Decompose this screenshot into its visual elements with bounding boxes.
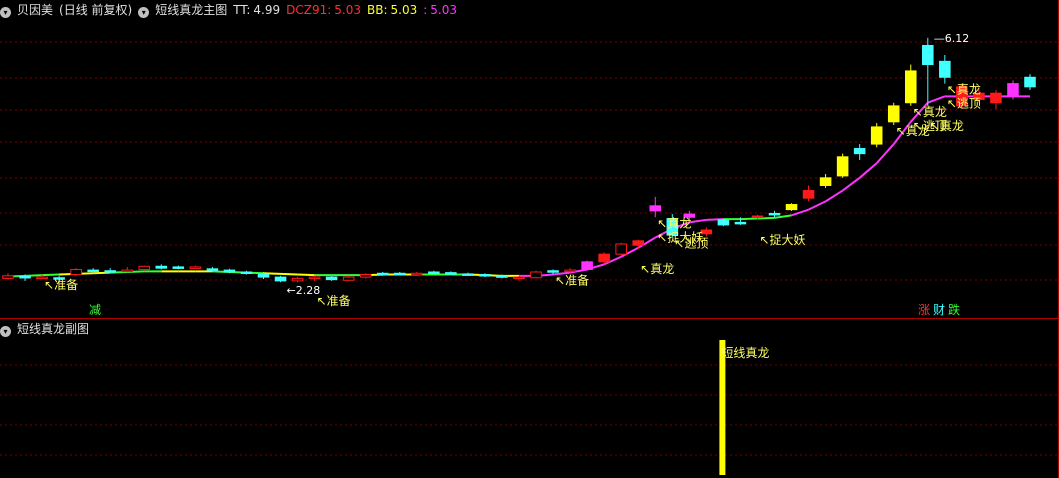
- candle-body: [530, 271, 542, 279]
- candle-body: [462, 273, 474, 276]
- candle-body: [598, 253, 610, 263]
- candle-body: [802, 190, 815, 199]
- candle-body: [887, 105, 900, 123]
- sub-collapse-icon[interactable]: ▾: [0, 326, 11, 337]
- sub-signal-bar: [719, 340, 726, 475]
- candle-body: [19, 275, 31, 279]
- ma-line-segment: [280, 272, 298, 276]
- candle-body: [1007, 83, 1019, 97]
- ma-line-segment: [297, 273, 315, 277]
- candle-body: [496, 275, 508, 278]
- candle-body: [785, 204, 798, 211]
- ma-line-segment: [42, 273, 60, 277]
- chart-canvas: ↖准备↖准备↖准备↖真龙↖真龙↖捉大妖↖逃顶 ↖捉大妖↖真龙↖逃顶↖真龙↖真龙↖真…: [0, 0, 1059, 478]
- ma-line-segment: [842, 177, 861, 192]
- tag-zhang: 涨: [918, 303, 931, 317]
- sub-indicator-name: 短线真龙副图: [17, 322, 90, 336]
- candle-body: [393, 272, 406, 276]
- tag-jian: 减: [89, 303, 102, 317]
- candle-body: [445, 272, 457, 275]
- tag-cai: 财: [933, 303, 946, 317]
- signal-annotation: ↖准备: [44, 278, 78, 292]
- ma-line-segment: [875, 143, 895, 164]
- candle-body: [206, 268, 219, 271]
- candle-body: [308, 276, 321, 280]
- candle-body: [411, 272, 423, 276]
- candle-body: [513, 276, 525, 280]
- candle-body: [939, 60, 951, 78]
- candle-body: [274, 276, 287, 282]
- price-extreme-label: ←2.28: [287, 284, 321, 297]
- ma-line-segment: [927, 95, 946, 104]
- candle-body: [172, 266, 185, 269]
- candle-body: [717, 219, 730, 226]
- candle-body: [836, 156, 849, 177]
- candle-body: [325, 276, 338, 281]
- candle-body: [751, 215, 764, 218]
- candle-body: [819, 177, 832, 186]
- ma-line-segment: [825, 189, 844, 203]
- signal-annotation: ↖逃顶: [947, 97, 981, 111]
- candle-body: [104, 270, 116, 273]
- ma-line-segment: [808, 200, 827, 211]
- price-extreme-label: —6.12: [934, 32, 970, 45]
- candle-body: [990, 92, 1002, 104]
- candle-body: [649, 205, 662, 212]
- candle-body: [734, 221, 747, 225]
- candle-body: [70, 268, 82, 276]
- candle-body: [428, 271, 440, 274]
- signal-annotation: ↖准备: [555, 274, 589, 288]
- ma-line-segment: [774, 214, 792, 219]
- ma-line-segment: [24, 274, 43, 277]
- signal-annotation: ↖准备: [317, 294, 351, 308]
- candle-body: [904, 70, 917, 104]
- candle-body: [615, 243, 627, 255]
- tag-die: 跌: [948, 303, 961, 317]
- candle-body: [291, 277, 304, 282]
- signal-annotation: ↖真龙: [913, 105, 947, 119]
- candle-body: [155, 265, 168, 269]
- signal-annotation: ↖捉大妖: [759, 232, 805, 247]
- ma-line-segment: [689, 218, 707, 224]
- candle-body: [2, 275, 14, 279]
- signal-annotation: ↖真龙: [930, 119, 964, 133]
- candle-body: [564, 269, 576, 273]
- ma-line-segment: [740, 217, 758, 221]
- candle-body: [359, 274, 372, 278]
- candle-body: [768, 212, 781, 216]
- candle-body: [853, 148, 866, 155]
- candle-body: [547, 270, 559, 273]
- candle-body: [240, 271, 253, 274]
- candle-body: [257, 273, 270, 278]
- sub-signal-label: 短线真龙: [721, 346, 769, 360]
- signal-annotation: ↖真龙: [657, 216, 691, 230]
- candle-body: [922, 44, 934, 66]
- candle-body: [223, 269, 236, 273]
- candle-body: [376, 272, 389, 276]
- ma-line-segment: [859, 162, 878, 179]
- candle-body: [87, 269, 99, 273]
- sub-chart-header: ▾ 短线真龙副图: [0, 320, 1059, 338]
- candle-body: [342, 276, 355, 281]
- candle-body: [189, 266, 202, 269]
- candle-body: [581, 261, 593, 270]
- candle-body: [870, 126, 883, 145]
- candle-body: [138, 265, 151, 270]
- candle-body: [121, 269, 134, 273]
- signal-annotation: ↖真龙: [947, 83, 981, 97]
- signal-annotation: ↖逃顶: [674, 237, 708, 251]
- ma-line-segment: [93, 271, 111, 275]
- ma-line-segment: [757, 216, 775, 220]
- candle-body: [632, 240, 645, 246]
- signal-annotation: ↖真龙: [640, 262, 674, 276]
- candle-body: [1024, 76, 1036, 88]
- candle-body: [479, 274, 491, 277]
